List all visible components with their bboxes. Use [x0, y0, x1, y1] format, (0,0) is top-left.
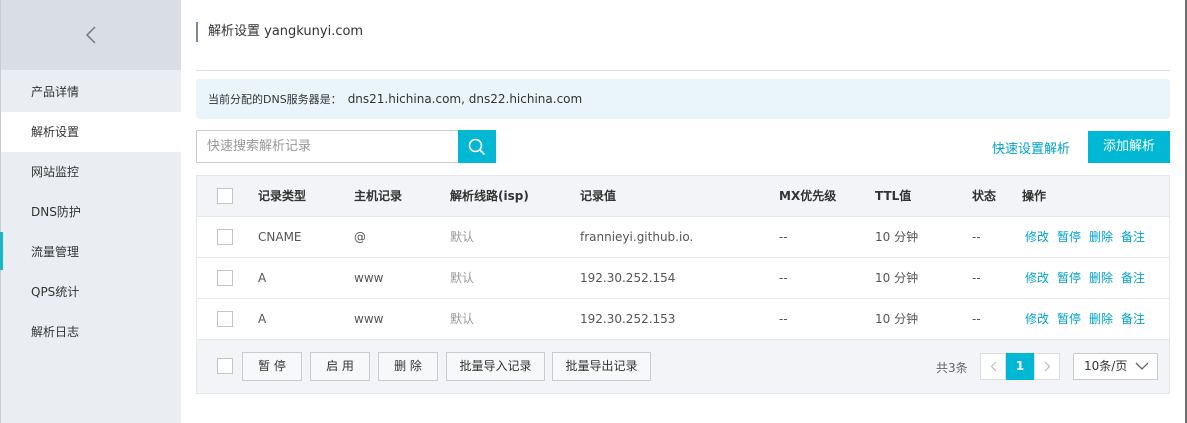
- back-button[interactable]: [1, 0, 181, 70]
- cell-ttl: 10 分钟: [875, 312, 919, 326]
- cell-type: CNAME: [258, 230, 302, 244]
- search-button[interactable]: [458, 130, 496, 163]
- delete-link[interactable]: 删除: [1089, 312, 1113, 326]
- page-size-value: 10条/页: [1084, 359, 1128, 373]
- cell-line: 默认: [450, 271, 475, 285]
- pause-link[interactable]: 暂停: [1057, 230, 1081, 244]
- sidebar-item-qps-stats[interactable]: QPS统计: [1, 272, 181, 312]
- current-page[interactable]: 1: [1006, 353, 1034, 380]
- cell-value: frannieyi.github.io.: [580, 230, 694, 244]
- header-ttl: TTL值: [875, 189, 912, 203]
- cell-host: www: [354, 271, 384, 285]
- edit-link[interactable]: 修改: [1025, 271, 1049, 285]
- header-value: 记录值: [580, 189, 617, 203]
- table-row: A www 默认 192.30.252.154 -- 10 分钟 -- 修改 暂停…: [197, 258, 1169, 299]
- table-row: A www 默认 192.30.252.153 -- 10 分钟 -- 修改 暂停…: [197, 299, 1169, 340]
- chevron-down-icon: [1135, 362, 1149, 370]
- page-title: 解析设置 yangkunyi.com: [196, 22, 363, 42]
- chevron-left-icon: [990, 361, 996, 372]
- cell-mx: --: [779, 271, 788, 285]
- edit-link[interactable]: 修改: [1025, 230, 1049, 244]
- cell-actions: 修改 暂停 删除 备注: [1025, 217, 1153, 257]
- header-type: 记录类型: [258, 189, 307, 203]
- footer-select-all-checkbox[interactable]: [217, 358, 233, 374]
- total-count: 共3条: [936, 361, 968, 375]
- note-link[interactable]: 备注: [1121, 230, 1145, 244]
- select-all-checkbox[interactable]: [217, 188, 233, 204]
- cell-ttl: 10 分钟: [875, 271, 919, 285]
- quick-setup-link[interactable]: 快速设置解析: [992, 138, 1070, 157]
- table-footer: 暂 停 启 用 删 除 批量导入记录 批量导出记录 共3条 1 10条/页: [197, 340, 1169, 393]
- cell-line: 默认: [450, 312, 475, 326]
- records-table: 记录类型 主机记录 解析线路(isp) 记录值 MX优先级 TTL值 状态 操作…: [196, 175, 1170, 394]
- next-page-button[interactable]: [1034, 353, 1060, 380]
- sidebar-item-site-monitor[interactable]: 网站监控: [1, 152, 181, 192]
- sidebar-nav: 产品详情 解析设置 网站监控 DNS防护 流量管理 QPS统计 解析日志: [1, 72, 181, 352]
- dns-server-notice: 当前分配的DNS服务器是： dns21.hichina.com, dns22.hi…: [196, 79, 1170, 119]
- cell-value: 192.30.252.153: [580, 312, 676, 326]
- cell-host: @: [354, 230, 366, 244]
- cell-mx: --: [779, 312, 788, 326]
- cell-host: www: [354, 312, 384, 326]
- chevron-left-icon: [85, 26, 96, 44]
- row-checkbox[interactable]: [217, 270, 233, 286]
- edit-link[interactable]: 修改: [1025, 312, 1049, 326]
- sidebar-item-product-details[interactable]: 产品详情: [1, 72, 181, 112]
- cell-value: 192.30.252.154: [580, 271, 676, 285]
- header-line: 解析线路(isp): [450, 189, 529, 203]
- pause-link[interactable]: 暂停: [1057, 271, 1081, 285]
- chevron-right-icon: [1044, 361, 1050, 372]
- cell-line: 默认: [450, 230, 475, 244]
- sidebar-item-dns-logs[interactable]: 解析日志: [1, 312, 181, 352]
- divider: [196, 70, 1170, 71]
- cell-ttl: 10 分钟: [875, 230, 919, 244]
- bulk-enable-button[interactable]: 启 用: [310, 352, 370, 381]
- note-link[interactable]: 备注: [1121, 312, 1145, 326]
- header-host: 主机记录: [354, 189, 403, 203]
- cell-status: --: [972, 312, 981, 326]
- cell-status: --: [972, 230, 981, 244]
- prev-page-button[interactable]: [980, 353, 1006, 380]
- note-link[interactable]: 备注: [1121, 271, 1145, 285]
- dns-servers: dns21.hichina.com, dns22.hichina.com: [347, 92, 583, 106]
- sidebar: 产品详情 解析设置 网站监控 DNS防护 流量管理 QPS统计 解析日志: [0, 0, 181, 423]
- sidebar-item-dns-settings[interactable]: 解析设置: [1, 112, 181, 152]
- main-content: 解析设置 yangkunyi.com 当前分配的DNS服务器是： dns21.hi…: [181, 0, 1187, 423]
- header-status: 状态: [972, 189, 997, 203]
- page-size-select[interactable]: 10条/页: [1073, 353, 1158, 380]
- search-icon: [468, 138, 486, 155]
- sidebar-item-traffic-management[interactable]: 流量管理: [1, 232, 181, 272]
- cell-mx: --: [779, 230, 788, 244]
- active-marker: [0, 232, 3, 270]
- search-input[interactable]: [196, 130, 459, 163]
- bulk-export-button[interactable]: 批量导出记录: [552, 352, 651, 381]
- cell-type: A: [258, 271, 267, 285]
- table-row: CNAME @ 默认 frannieyi.github.io. -- 10 分钟…: [197, 217, 1169, 258]
- add-record-button[interactable]: 添加解析: [1088, 131, 1170, 163]
- cell-type: A: [258, 312, 267, 326]
- delete-link[interactable]: 删除: [1089, 271, 1113, 285]
- pause-link[interactable]: 暂停: [1057, 312, 1081, 326]
- bulk-delete-button[interactable]: 删 除: [378, 352, 438, 381]
- table-header: 记录类型 主机记录 解析线路(isp) 记录值 MX优先级 TTL值 状态 操作: [197, 176, 1169, 217]
- notice-label: 当前分配的DNS服务器是：: [208, 93, 342, 106]
- bulk-import-button[interactable]: 批量导入记录: [446, 352, 545, 381]
- sidebar-item-dns-protection[interactable]: DNS防护: [1, 192, 181, 232]
- search-box: [196, 130, 496, 163]
- header-mx: MX优先级: [779, 189, 837, 203]
- row-checkbox[interactable]: [217, 311, 233, 327]
- cell-actions: 修改 暂停 删除 备注: [1025, 299, 1153, 339]
- header-ops: 操作: [1022, 189, 1047, 203]
- cell-actions: 修改 暂停 删除 备注: [1025, 258, 1153, 298]
- bulk-pause-button[interactable]: 暂 停: [242, 352, 302, 381]
- row-checkbox[interactable]: [217, 229, 233, 245]
- delete-link[interactable]: 删除: [1089, 230, 1113, 244]
- cell-status: --: [972, 271, 981, 285]
